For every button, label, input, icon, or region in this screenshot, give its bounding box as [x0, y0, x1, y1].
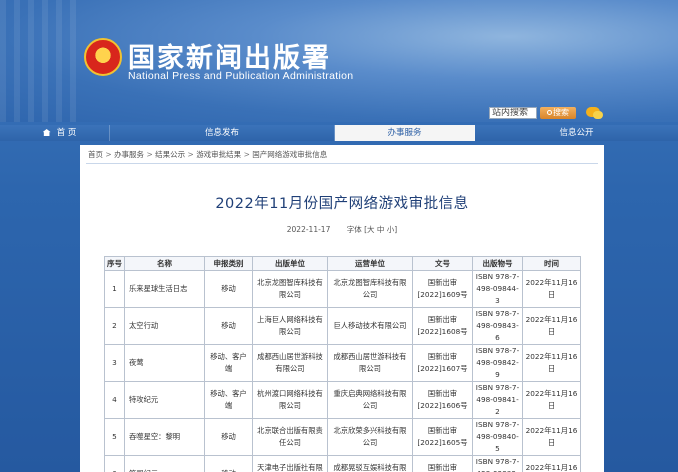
cell-no: 2: [104, 307, 125, 345]
cell-date: 2022年11月16日: [522, 418, 581, 456]
breadcrumb: 首页 > 办事服务 > 结果公示 > 游戏审批结果 > 国产网络游戏审批信息: [88, 150, 328, 159]
breadcrumb-link[interactable]: 游戏审批结果: [196, 150, 241, 159]
cell-date: 2022年11月16日: [522, 381, 581, 419]
search-button[interactable]: 搜索: [540, 107, 576, 119]
cell-category: 移动: [204, 418, 253, 456]
cell-doc-no: 国新出审[2022]1608号: [412, 307, 473, 345]
table-row: 5 吞噬星空：黎明 移动 北京联合出版有限责任公司 北京欣荣多兴科技有限公司 国…: [104, 418, 581, 456]
cell-isbn: ISBN 978-7-498-09840-5: [472, 418, 523, 456]
cell-name: 吞噬星空：黎明: [124, 418, 205, 456]
cell-no: 1: [104, 270, 125, 308]
page-title: 2022年11月份国产网络游戏审批信息: [215, 196, 469, 212]
search-icon: [547, 110, 552, 115]
column-header: 名称: [124, 256, 205, 271]
column-header: 申报类别: [204, 256, 253, 271]
column-header: 出版物号: [472, 256, 523, 271]
cell-no: 6: [104, 455, 125, 472]
cell-name: 特攻纪元: [124, 381, 205, 419]
cell-publisher: 北京龙图智库科技有限公司: [252, 270, 328, 308]
nav-item-home[interactable]: 首 页: [0, 125, 110, 141]
cell-date: 2022年11月16日: [522, 344, 581, 382]
column-header: 时间: [522, 256, 581, 271]
nav-item-info-public[interactable]: 信息公开: [475, 125, 678, 141]
column-header: 运营单位: [327, 256, 413, 271]
search-button-label: 搜索: [553, 108, 569, 117]
home-icon: [42, 129, 51, 136]
cell-operator: 重庆启典网络科技有限公司: [327, 381, 413, 419]
search-input[interactable]: 站内搜索: [489, 107, 537, 119]
nav-item-info-release[interactable]: 信息发布: [110, 125, 335, 141]
column-header: 文号: [412, 256, 473, 271]
cell-category: 移动、客户端: [204, 344, 253, 382]
cell-doc-no: 国新出审[2022]1606号: [412, 381, 473, 419]
cell-name: 太空行动: [124, 307, 205, 345]
main-nav: 首 页 信息发布 办事服务 信息公开: [0, 125, 678, 141]
cell-date: 2022年11月16日: [522, 307, 581, 345]
cell-date: 2022年11月16日: [522, 270, 581, 308]
cell-name: 箱司纪元: [124, 455, 205, 472]
chat-icon[interactable]: [586, 107, 603, 119]
breadcrumb-current: 国产网络游戏审批信息: [252, 150, 328, 159]
cell-operator: 成都西山居世游科技有限公司: [327, 344, 413, 382]
cell-category: 移动: [204, 455, 253, 472]
nav-item-services[interactable]: 办事服务: [335, 125, 475, 141]
font-size-selector[interactable]: 字体 [大 中 小]: [347, 225, 398, 234]
cell-doc-no: 国新出审[2022]1605号: [412, 418, 473, 456]
cell-operator: 巨人移动技术有限公司: [327, 307, 413, 345]
cell-isbn: ISBN 978-7-498-09841-2: [472, 381, 523, 419]
cell-no: 3: [104, 344, 125, 382]
banner-decoration: [0, 0, 80, 122]
cell-category: 移动: [204, 270, 253, 308]
cell-doc-no: 国新出审[2022]1607号: [412, 344, 473, 382]
divider: [86, 163, 598, 164]
publish-date: 2022-11-17: [286, 225, 331, 234]
cell-publisher: 杭州渡口网络科技有限公司: [252, 381, 328, 419]
breadcrumb-link[interactable]: 结果公示: [155, 150, 185, 159]
cell-no: 4: [104, 381, 125, 419]
cell-date: 2022年11月16日: [522, 455, 581, 472]
national-emblem-icon: [84, 38, 122, 76]
cell-publisher: 北京联合出版有限责任公司: [252, 418, 328, 456]
column-header: 序号: [104, 256, 125, 271]
table-row: 6 箱司纪元 移动 天津电子出版社有限公司 成都晃驳互娱科技有限公司 国新出审[…: [104, 455, 581, 472]
cell-isbn: ISBN 978-7-498-09843-6: [472, 307, 523, 345]
cell-operator: 北京欣荣多兴科技有限公司: [327, 418, 413, 456]
table-row: 4 特攻纪元 移动、客户端 杭州渡口网络科技有限公司 重庆启典网络科技有限公司 …: [104, 381, 581, 419]
cell-doc-no: 国新出审[2022]1604号: [412, 455, 473, 472]
cell-isbn: ISBN 978-7-498-09842-9: [472, 344, 523, 382]
table-row: 1 乐来星球生活日志 移动 北京龙图智库科技有限公司 北京龙图智库科技有限公司 …: [104, 270, 581, 308]
cell-operator: 北京龙图智库科技有限公司: [327, 270, 413, 308]
table-header-row: 序号 名称 申报类别 出版单位 运营单位 文号 出版物号 时间: [104, 256, 581, 271]
cell-operator: 成都晃驳互娱科技有限公司: [327, 455, 413, 472]
cell-doc-no: 国新出审[2022]1609号: [412, 270, 473, 308]
cell-no: 5: [104, 418, 125, 456]
cell-name: 夜莺: [124, 344, 205, 382]
cell-category: 移动: [204, 307, 253, 345]
site-subtitle: National Press and Publication Administr…: [128, 70, 354, 82]
breadcrumb-link[interactable]: 办事服务: [114, 150, 144, 159]
approval-table: 序号 名称 申报类别 出版单位 运营单位 文号 出版物号 时间 1 乐来星球生活…: [104, 256, 581, 472]
breadcrumb-link[interactable]: 首页: [88, 150, 103, 159]
cell-isbn: ISBN 978-7-498-09844-3: [472, 270, 523, 308]
cell-isbn: ISBN 978-7-498-09839-9: [472, 455, 523, 472]
cell-publisher: 天津电子出版社有限公司: [252, 455, 328, 472]
table-row: 2 太空行动 移动 上海巨人网络科技有限公司 巨人移动技术有限公司 国新出审[2…: [104, 307, 581, 345]
article-meta: 2022-11-17 字体 [大 中 小]: [80, 224, 604, 235]
cell-publisher: 成都西山居世游科技有限公司: [252, 344, 328, 382]
cell-publisher: 上海巨人网络科技有限公司: [252, 307, 328, 345]
column-header: 出版单位: [252, 256, 328, 271]
nav-item-label: 首 页: [56, 128, 77, 138]
table-row: 3 夜莺 移动、客户端 成都西山居世游科技有限公司 成都西山居世游科技有限公司 …: [104, 344, 581, 382]
content-panel: 首页 > 办事服务 > 结果公示 > 游戏审批结果 > 国产网络游戏审批信息 2…: [80, 145, 604, 472]
cell-name: 乐来星球生活日志: [124, 270, 205, 308]
cell-category: 移动、客户端: [204, 381, 253, 419]
header-banner: 国家新闻出版署 National Press and Publication A…: [0, 0, 678, 122]
